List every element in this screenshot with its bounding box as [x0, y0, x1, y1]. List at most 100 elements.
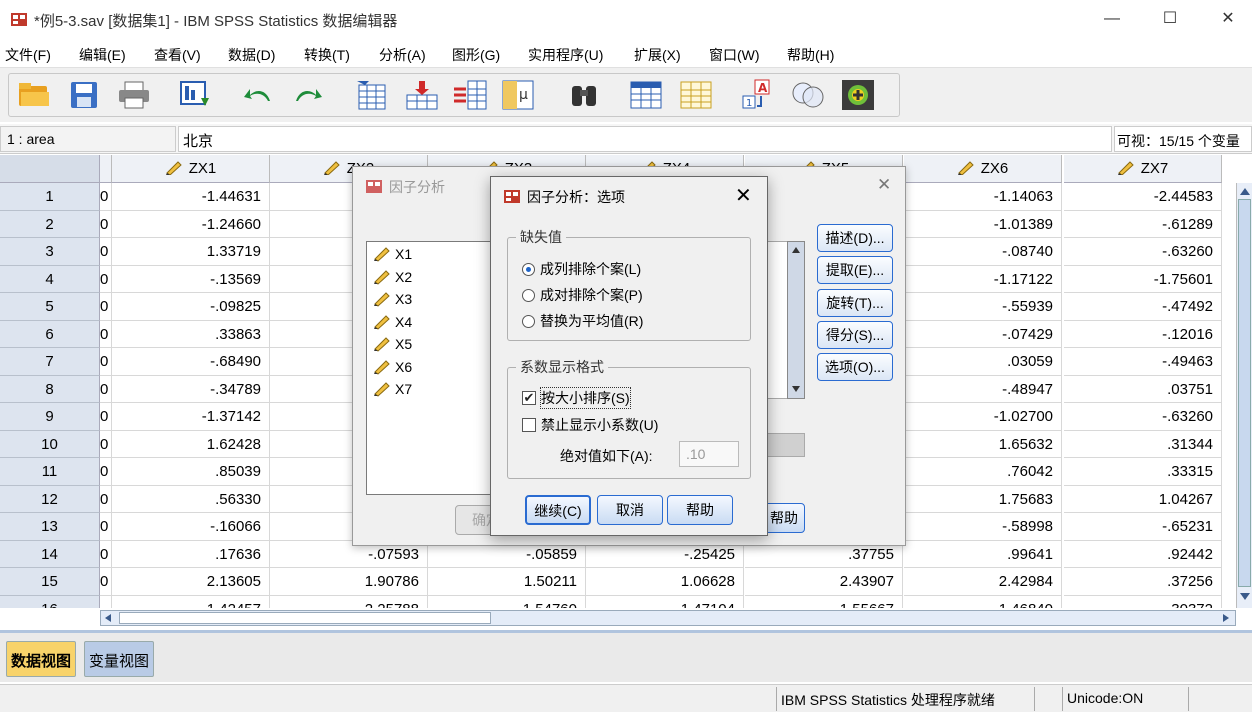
row-header[interactable]: 6: [0, 320, 100, 348]
partial-cell[interactable]: 0: [100, 430, 112, 458]
grid-corner[interactable]: [0, 155, 100, 183]
table-cell[interactable]: .99641: [904, 540, 1062, 568]
table-cell[interactable]: -.68490: [112, 348, 270, 376]
minimize-button[interactable]: —: [1092, 6, 1132, 32]
table-cell[interactable]: .03059: [904, 348, 1062, 376]
table-cell[interactable]: .33863: [112, 320, 270, 348]
scroll-left-icon[interactable]: [103, 613, 113, 623]
row-header[interactable]: 14: [0, 540, 100, 568]
table-cell[interactable]: 1.75683: [904, 485, 1062, 513]
variable-list-item[interactable]: X5: [373, 336, 412, 352]
table-cell[interactable]: -.65231: [1064, 513, 1222, 541]
table-cell[interactable]: -1.37142: [112, 403, 270, 431]
redo-icon[interactable]: [290, 77, 326, 113]
abs-below-input[interactable]: .10: [679, 441, 739, 467]
checkmark-icon[interactable]: ✔: [522, 391, 536, 405]
variable-list-item[interactable]: X7: [373, 381, 412, 397]
cell-value-input[interactable]: 北京: [178, 126, 1112, 152]
extraction-button[interactable]: 提取(E)...: [817, 256, 893, 284]
row-header[interactable]: 10: [0, 430, 100, 458]
scroll-down-icon[interactable]: [1239, 592, 1251, 602]
row-header[interactable]: 7: [0, 348, 100, 376]
table-cell[interactable]: -.48947: [904, 375, 1062, 403]
table-cell[interactable]: -.63260: [1064, 238, 1222, 266]
recall-dialog-icon[interactable]: [178, 77, 214, 113]
row-header[interactable]: 3: [0, 238, 100, 266]
menu-transform[interactable]: 转换(T): [304, 45, 350, 65]
table-cell[interactable]: -1.17122: [904, 265, 1062, 293]
insert-cases-icon[interactable]: [628, 77, 664, 113]
menu-edit[interactable]: 编辑(E): [79, 45, 126, 65]
factor-dialog-close[interactable]: ✕: [877, 175, 891, 195]
extension-hub-icon[interactable]: [840, 77, 876, 113]
options-dialog-close[interactable]: ✕: [735, 183, 752, 208]
table-cell[interactable]: .30372: [1064, 595, 1222, 608]
options-button[interactable]: 选项(O)...: [817, 353, 893, 381]
table-cell[interactable]: 1.42457: [112, 595, 270, 608]
row-header[interactable]: 16: [0, 595, 100, 608]
scores-button[interactable]: 得分(S)...: [817, 321, 893, 349]
table-cell[interactable]: -.13569: [112, 265, 270, 293]
column-header-partial[interactable]: [100, 155, 112, 183]
partial-cell[interactable]: 0: [100, 210, 112, 238]
variable-list-item[interactable]: X1: [373, 246, 412, 262]
menu-utilities[interactable]: 实用程序(U): [528, 45, 603, 65]
table-cell[interactable]: 1.90786: [270, 568, 428, 596]
table-cell[interactable]: -.09825: [112, 293, 270, 321]
variable-list-item[interactable]: X2: [373, 269, 412, 285]
table-cell[interactable]: -.34789: [112, 375, 270, 403]
menu-file[interactable]: 文件(F): [5, 45, 51, 65]
menu-help[interactable]: 帮助(H): [787, 45, 834, 65]
horizontal-scroll-thumb[interactable]: [119, 612, 491, 624]
table-cell[interactable]: -1.01389: [904, 210, 1062, 238]
table-cell[interactable]: 1.50211: [428, 568, 586, 596]
table-cell[interactable]: -.16066: [112, 513, 270, 541]
checkbox-sort-by-size[interactable]: ✔ 按大小排序(S): [522, 387, 631, 409]
table-cell[interactable]: -.07429: [904, 320, 1062, 348]
column-header-zx6[interactable]: ZX6: [904, 155, 1062, 183]
save-icon[interactable]: [66, 77, 102, 113]
table-cell[interactable]: 2.25788: [270, 595, 428, 608]
variable-list-item[interactable]: X3: [373, 291, 412, 307]
partial-cell[interactable]: 0: [100, 238, 112, 266]
scroll-right-icon[interactable]: [1221, 613, 1231, 623]
table-cell[interactable]: 1.04267: [1064, 485, 1222, 513]
cancel-button[interactable]: 取消: [597, 495, 663, 525]
table-cell[interactable]: -.08740: [904, 238, 1062, 266]
variable-list-item[interactable]: X4: [373, 314, 412, 330]
table-cell[interactable]: .37256: [1064, 568, 1222, 596]
split-file-icon[interactable]: μ: [500, 77, 536, 113]
table-cell[interactable]: -1.02700: [904, 403, 1062, 431]
partial-cell[interactable]: 0: [100, 265, 112, 293]
row-header[interactable]: 9: [0, 403, 100, 431]
horizontal-scrollbar[interactable]: [100, 610, 1236, 626]
table-cell[interactable]: -1.24660: [112, 210, 270, 238]
table-cell[interactable]: .76042: [904, 458, 1062, 486]
partial-cell[interactable]: 0: [100, 183, 112, 211]
table-cell[interactable]: .31344: [1064, 430, 1222, 458]
scroll-down-icon[interactable]: [791, 384, 801, 394]
checkbox-suppress-small[interactable]: 禁止显示小系数(U): [522, 415, 658, 435]
table-cell[interactable]: 2.43907: [745, 568, 903, 596]
partial-cell[interactable]: [100, 595, 112, 608]
table-cell[interactable]: -.63260: [1064, 403, 1222, 431]
table-cell[interactable]: -.55939: [904, 293, 1062, 321]
table-cell[interactable]: .03751: [1064, 375, 1222, 403]
maximize-button[interactable]: ☐: [1150, 6, 1190, 32]
scroll-up-icon[interactable]: [1239, 186, 1251, 196]
row-header[interactable]: 1: [0, 183, 100, 211]
table-cell[interactable]: .92442: [1064, 540, 1222, 568]
menu-analyze[interactable]: 分析(A): [379, 45, 426, 65]
menu-graphs[interactable]: 图形(G): [452, 45, 500, 65]
row-header[interactable]: 4: [0, 265, 100, 293]
table-cell[interactable]: -1.75601: [1064, 265, 1222, 293]
continue-button[interactable]: 继续(C): [525, 495, 591, 525]
table-cell[interactable]: -2.44583: [1064, 183, 1222, 211]
partial-cell[interactable]: 0: [100, 348, 112, 376]
use-sets-icon[interactable]: [790, 77, 826, 113]
table-cell[interactable]: .33315: [1064, 458, 1222, 486]
table-cell[interactable]: .56330: [112, 485, 270, 513]
partial-cell[interactable]: 0: [100, 320, 112, 348]
descriptives-button[interactable]: 描述(D)...: [817, 224, 893, 252]
table-cell[interactable]: -.47492: [1064, 293, 1222, 321]
